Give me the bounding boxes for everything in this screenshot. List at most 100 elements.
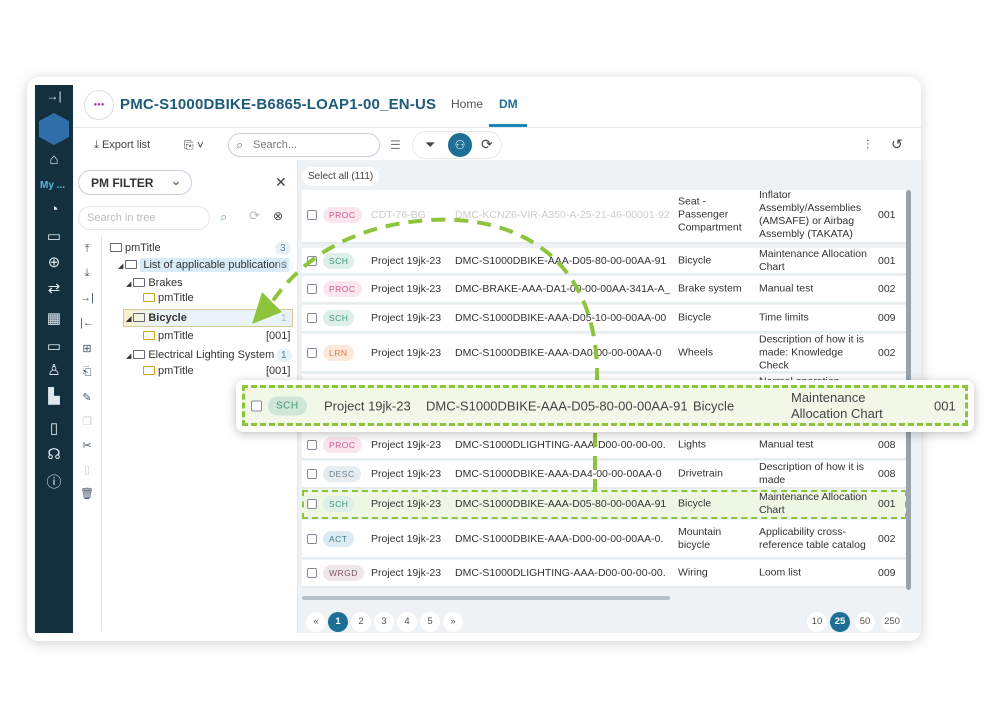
import-icon[interactable]: ⎗ bbox=[80, 366, 94, 379]
move-bottom-icon[interactable]: ⤓ bbox=[80, 267, 94, 280]
indent-icon[interactable]: →| bbox=[80, 292, 94, 304]
page-size-50-button[interactable]: 50 bbox=[855, 612, 875, 632]
delete-icon[interactable]: 🗑 bbox=[80, 487, 94, 500]
table-row[interactable]: PROC CDT-76-BG DMC-KCNZ6-VIR-A350-A-25-21-… bbox=[302, 190, 907, 244]
horizontal-scrollbar[interactable] bbox=[302, 596, 670, 600]
row-checkbox[interactable] bbox=[307, 255, 317, 266]
tree-node[interactable]: pmTitle bbox=[110, 242, 161, 254]
row-checkbox[interactable] bbox=[307, 284, 317, 294]
preview-dropdown[interactable]: ⎘ ˅ bbox=[184, 138, 204, 153]
publication-logo: ●●● bbox=[84, 90, 114, 120]
cell-project: Project 19jk-23 bbox=[371, 497, 442, 510]
document-icon[interactable]: ▯ bbox=[35, 419, 73, 437]
table-row[interactable]: LRN Project 19jk-23 DMC-S1000DBIKE-AAA-DA0… bbox=[302, 333, 907, 373]
row-checkbox[interactable] bbox=[307, 568, 317, 578]
tree-node[interactable]: ◢ Bicycle bbox=[126, 312, 187, 324]
folder-icon[interactable]: ▭ bbox=[35, 337, 73, 355]
cell-title: Manual test bbox=[759, 282, 814, 295]
tree-node[interactable]: pmTitle bbox=[143, 330, 194, 342]
filter-icon[interactable]: ⏷ bbox=[425, 137, 435, 153]
tree-node[interactable]: pmTitle bbox=[143, 292, 194, 304]
table-row[interactable]: DESC Project 19jk-23 DMC-S1000DBIKE-AAA-DA… bbox=[302, 461, 907, 489]
export-list-button[interactable]: ⤓ Export list bbox=[94, 139, 150, 152]
list-view-icon[interactable]: ☰ bbox=[390, 138, 401, 152]
pie-chart-icon[interactable]: ◔ bbox=[35, 201, 73, 218]
close-icon[interactable]: ✕ bbox=[275, 174, 287, 191]
home-icon[interactable]: ⌂ bbox=[35, 151, 73, 168]
support-icon[interactable]: ☊ bbox=[35, 445, 73, 463]
page-2-button[interactable]: 2 bbox=[351, 612, 371, 632]
row-checkbox[interactable] bbox=[307, 313, 317, 323]
cut-icon[interactable]: ✂ bbox=[80, 439, 94, 452]
table-row[interactable]: SCH Project 19jk-23 DMC-S1000DBIKE-AAA-D05… bbox=[302, 248, 907, 275]
table-row[interactable]: SCH Project 19jk-23 DMC-S1000DBIKE-AAA-D05… bbox=[302, 305, 907, 333]
table-row[interactable]: PROC Project 19jk-23 DMC-S1000DLIGHTING-AA… bbox=[302, 432, 907, 460]
building-icon[interactable]: ▦ bbox=[35, 309, 73, 327]
cell-issue: 001 bbox=[878, 254, 896, 267]
tree-node[interactable]: ◢ Electrical Lighting System bbox=[126, 349, 274, 361]
transfer-icon[interactable]: ⇄ bbox=[35, 279, 73, 297]
cell-info: Wheels bbox=[678, 346, 714, 358]
page-5-button[interactable]: 5 bbox=[420, 612, 440, 632]
paste-icon[interactable]: ▯ bbox=[80, 463, 94, 476]
add-user-icon[interactable]: ♙ bbox=[35, 361, 73, 379]
tree-search-input[interactable]: Search in tree bbox=[78, 206, 210, 230]
page-next-button[interactable]: » bbox=[443, 612, 463, 632]
reset-icon[interactable]: ↺ bbox=[891, 136, 903, 153]
expand-icon: ◢ bbox=[126, 281, 134, 288]
column-settings-icon[interactable]: ⫶ bbox=[866, 137, 869, 153]
factory-icon[interactable]: ▙ bbox=[35, 387, 73, 405]
sidebar-item-my[interactable]: My ... bbox=[40, 180, 65, 191]
search-input[interactable]: ⌕ Search... bbox=[228, 133, 380, 157]
page-size-25-button[interactable]: 25 bbox=[830, 612, 850, 632]
folder-open-icon[interactable]: ▭ bbox=[35, 227, 73, 245]
table-row[interactable]: PROC Project 19jk-23 DMC-BRAKE-AAA-DA1-00-… bbox=[302, 276, 907, 304]
select-all-button[interactable]: Select all (111) bbox=[302, 167, 380, 186]
search-icon: ⌕ bbox=[236, 137, 244, 152]
search-icon[interactable]: ⌕ bbox=[220, 209, 227, 225]
table-row-selected[interactable]: SCH Project 19jk-23 DMC-S1000DBIKE-AAA-D05… bbox=[302, 490, 907, 519]
row-checkbox[interactable] bbox=[251, 400, 262, 411]
dragged-row-card[interactable]: SCH Project 19jk-23 DMC-S1000DBIKE-AAA-D… bbox=[236, 380, 974, 432]
page-prev-button[interactable]: « bbox=[306, 612, 326, 632]
refresh-icon[interactable]: ⟳ bbox=[481, 136, 493, 153]
row-checkbox[interactable] bbox=[307, 469, 317, 479]
pm-filter-dropdown[interactable]: PM FILTER ⌄ bbox=[78, 170, 192, 195]
cell-title: Manual test bbox=[759, 438, 814, 451]
page-3-button[interactable]: 3 bbox=[374, 612, 394, 632]
tree-node[interactable]: ◢ Brakes bbox=[126, 277, 183, 289]
collapse-icon[interactable]: →| bbox=[35, 89, 73, 103]
row-checkbox[interactable] bbox=[307, 347, 317, 358]
cell-project: Project 19jk-23 bbox=[371, 254, 442, 267]
tree-node[interactable]: pmTitle bbox=[143, 365, 194, 377]
cell-project: Project 19jk-23 bbox=[371, 283, 442, 295]
tab-dm[interactable]: DM bbox=[499, 97, 518, 111]
refresh-icon[interactable]: ⟳ bbox=[249, 208, 260, 224]
row-checkbox[interactable] bbox=[307, 498, 317, 509]
table-row[interactable]: ACT Project 19jk-23 DMC-S1000DBIKE-AAA-D00… bbox=[302, 520, 907, 559]
clear-icon[interactable]: ⊗ bbox=[273, 209, 283, 223]
tree-node[interactable]: ◢ List of applicable publications bbox=[118, 258, 290, 272]
page-1-button[interactable]: 1 bbox=[328, 612, 348, 632]
tab-home[interactable]: Home bbox=[451, 97, 483, 111]
outdent-icon[interactable]: |← bbox=[80, 317, 94, 329]
edit-icon[interactable]: ✎ bbox=[80, 391, 94, 404]
cell-project: Project 19jk-23 bbox=[371, 468, 442, 480]
page-size-250-button[interactable]: 250 bbox=[882, 612, 902, 632]
app-logo bbox=[39, 113, 69, 145]
cell-title: Time limits bbox=[759, 311, 809, 324]
cell-project: Project 19jk-23 bbox=[371, 312, 442, 324]
row-checkbox[interactable] bbox=[307, 533, 317, 544]
export-label: Export list bbox=[101, 139, 151, 151]
tree-view-button[interactable]: ⚇ bbox=[448, 133, 472, 157]
page-4-button[interactable]: 4 bbox=[397, 612, 417, 632]
copy-icon[interactable]: ❐ bbox=[80, 415, 94, 428]
table-row[interactable]: WRGD Project 19jk-23 DMC-S1000DLIGHTING-AA… bbox=[302, 560, 907, 588]
new-folder-icon[interactable]: ⊞ bbox=[80, 342, 94, 355]
row-checkbox[interactable] bbox=[307, 440, 317, 450]
row-checkbox[interactable] bbox=[307, 210, 317, 220]
page-size-10-button[interactable]: 10 bbox=[807, 612, 827, 632]
move-top-icon[interactable]: ⤒ bbox=[80, 243, 94, 256]
crosshair-icon[interactable]: ⊕ bbox=[35, 253, 73, 271]
info-icon[interactable]: ⓘ bbox=[35, 471, 73, 492]
